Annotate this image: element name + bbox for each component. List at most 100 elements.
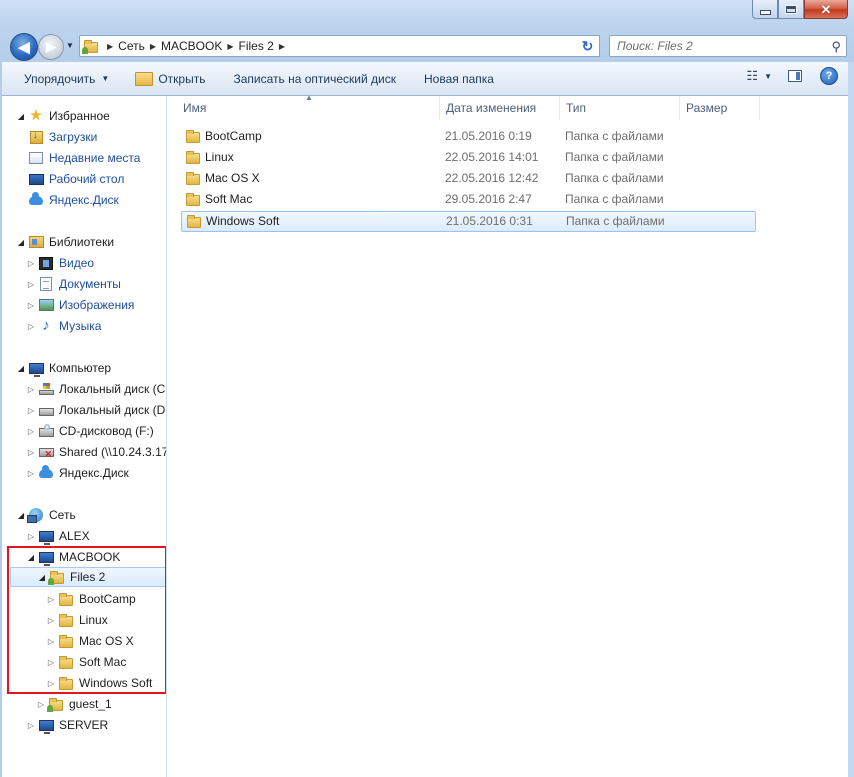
tree-item-alex[interactable]: ▷ ALEX (26, 526, 90, 546)
file-type: Папка с файлами (565, 150, 664, 164)
burn-disc-button[interactable]: Записать на оптический диск (227, 67, 402, 91)
open-label: Открыть (158, 71, 206, 86)
preview-pane-icon[interactable] (788, 70, 802, 82)
help-icon[interactable]: ? (820, 67, 838, 85)
tree-item-server[interactable]: ▷ SERVER (26, 715, 108, 735)
tree-item-recent-places[interactable]: Недавние места (26, 148, 140, 168)
tree-libraries[interactable]: ◢ Библиотеки (16, 232, 114, 252)
video-library-icon (38, 256, 54, 270)
expand-icon[interactable]: ▷ (36, 700, 46, 709)
yandex-disk-icon (38, 464, 54, 480)
tree-label: Shared (\\10.24.3.17) (59, 445, 167, 459)
expand-icon[interactable]: ▷ (26, 448, 36, 457)
file-name: Mac OS X (205, 171, 260, 185)
expand-icon[interactable]: ▷ (46, 595, 56, 604)
expand-icon[interactable]: ▷ (46, 679, 56, 688)
tree-item-video[interactable]: ▷ Видео (26, 253, 94, 273)
tree-item-documents[interactable]: ▷ Документы (26, 274, 121, 294)
file-type: Папка с файлами (565, 171, 664, 185)
tree-item-macbook[interactable]: ◢ MACBOOK (26, 547, 120, 567)
navigation-pane[interactable]: ◢ ★ Избранное Загрузки Недавние места Ра… (2, 96, 167, 777)
expand-icon[interactable]: ▷ (26, 385, 36, 394)
collapse-icon[interactable]: ◢ (26, 553, 36, 562)
expand-icon[interactable]: ▷ (26, 532, 36, 541)
tree-network[interactable]: ◢ Сеть (16, 505, 76, 525)
expand-icon[interactable]: ▷ (26, 427, 36, 436)
expand-icon[interactable]: ▷ (46, 637, 56, 646)
search-box[interactable]: ⚲ (609, 35, 847, 57)
tree-computer[interactable]: ◢ Компьютер (16, 358, 111, 378)
close-button[interactable]: ✕ (804, 0, 848, 19)
tree-item-local-disk-c[interactable]: ▷ Локальный диск (C (26, 379, 165, 399)
tree-item-yandex-disk[interactable]: Яндекс.Диск (26, 190, 119, 210)
tree-item-shared-drive[interactable]: ▷ Shared (\\10.24.3.17) (26, 442, 167, 462)
back-button[interactable]: ◀ (10, 33, 38, 61)
open-button[interactable]: Открыть (129, 67, 211, 91)
organize-button[interactable]: Упорядочить ▼ (18, 67, 115, 91)
computer-icon (38, 550, 54, 566)
expand-icon[interactable]: ▷ (26, 259, 36, 268)
tree-item-local-disk-d[interactable]: ▷ Локальный диск (D (26, 400, 165, 420)
expand-icon[interactable]: ▷ (46, 616, 56, 625)
tree-item-downloads[interactable]: Загрузки (26, 127, 97, 147)
tree-label: Изображения (59, 298, 135, 312)
tree-item-guest1[interactable]: ▷ guest_1 (36, 694, 112, 714)
breadcrumb-macbook[interactable]: MACBOOK (161, 39, 222, 53)
column-header-date[interactable]: Дата изменения (440, 96, 560, 120)
computer-icon (28, 361, 44, 377)
tree-item-soft-mac[interactable]: ▷ Soft Mac (46, 652, 126, 672)
breadcrumb-separator-icon[interactable]: ▶ (279, 42, 285, 51)
minimize-button[interactable] (752, 0, 778, 19)
tree-item-mac-os-x[interactable]: ▷ Mac OS X (46, 631, 134, 651)
tree-item-desktop[interactable]: Рабочий стол (26, 169, 124, 189)
window-controls: ✕ (752, 0, 848, 19)
refresh-button[interactable]: ↻ (576, 35, 600, 57)
tree-label: Soft Mac (79, 655, 127, 669)
breadcrumb-separator-icon[interactable]: ▶ (107, 42, 113, 51)
recent-pages-dropdown[interactable]: ▼ (66, 41, 74, 50)
breadcrumb-network[interactable]: Сеть (118, 39, 145, 53)
new-folder-button[interactable]: Новая папка (418, 67, 500, 91)
tree-item-windows-soft[interactable]: ▷ Windows Soft (46, 673, 152, 693)
expand-icon[interactable]: ▷ (26, 322, 36, 331)
tree-item-files2[interactable]: ◢ Files 2 (10, 567, 166, 587)
view-options-chevron-icon[interactable]: ▼ (764, 72, 772, 81)
tree-item-computer-yandex-disk[interactable]: ▷ Яндекс.Диск (26, 463, 129, 483)
forward-button[interactable]: ▶ (38, 34, 64, 60)
collapse-icon[interactable]: ◢ (16, 112, 26, 121)
change-view-icon[interactable]: ☷ (746, 68, 758, 84)
collapse-icon[interactable]: ◢ (37, 573, 47, 582)
column-header-type[interactable]: Тип (560, 96, 680, 120)
chevron-down-icon: ▼ (101, 74, 110, 83)
tree-item-music[interactable]: ▷ ♪ Музыка (26, 316, 102, 336)
collapse-icon[interactable]: ◢ (16, 511, 26, 520)
expand-icon[interactable]: ▷ (26, 721, 36, 730)
search-icon[interactable]: ⚲ (831, 39, 841, 55)
file-row-bootcamp[interactable]: BootCamp 21.05.2016 0:19 Папка с файлами (181, 127, 756, 148)
address-bar[interactable]: ▶ Сеть ▶ MACBOOK ▶ Files 2 ▶ ▼ (79, 35, 599, 57)
tree-favorites[interactable]: ◢ ★ Избранное (16, 106, 110, 126)
tree-item-cd-drive[interactable]: ▷ CD-дисковод (F:) (26, 421, 154, 441)
close-icon: ✕ (820, 1, 832, 17)
collapse-icon[interactable]: ◢ (16, 238, 26, 247)
expand-icon[interactable]: ▷ (26, 280, 36, 289)
search-input[interactable] (615, 38, 819, 54)
expand-icon[interactable]: ▷ (46, 658, 56, 667)
breadcrumb-separator-icon[interactable]: ▶ (150, 42, 156, 51)
expand-icon[interactable]: ▷ (26, 406, 36, 415)
breadcrumb-files2[interactable]: Files 2 (239, 39, 274, 53)
file-list-pane[interactable]: Имя ▲ Дата изменения Тип Размер BootCamp… (167, 93, 848, 777)
tree-item-linux[interactable]: ▷ Linux (46, 610, 108, 630)
file-row-linux[interactable]: Linux 22.05.2016 14:01 Папка с файлами (181, 148, 756, 169)
expand-icon[interactable]: ▷ (26, 469, 36, 478)
breadcrumb-separator-icon[interactable]: ▶ (227, 42, 233, 51)
column-header-size[interactable]: Размер (680, 96, 760, 120)
collapse-icon[interactable]: ◢ (16, 364, 26, 373)
maximize-button[interactable] (778, 0, 804, 19)
expand-icon[interactable]: ▷ (26, 301, 36, 310)
file-row-soft-mac[interactable]: Soft Mac 29.05.2016 2:47 Папка с файлами (181, 190, 756, 211)
file-row-windows-soft[interactable]: Windows Soft 21.05.2016 0:31 Папка с фай… (181, 211, 756, 232)
tree-item-images[interactable]: ▷ Изображения (26, 295, 135, 315)
tree-item-bootcamp[interactable]: ▷ BootCamp (46, 589, 136, 609)
file-row-mac-os-x[interactable]: Mac OS X 22.05.2016 12:42 Папка с файлам… (181, 169, 756, 190)
